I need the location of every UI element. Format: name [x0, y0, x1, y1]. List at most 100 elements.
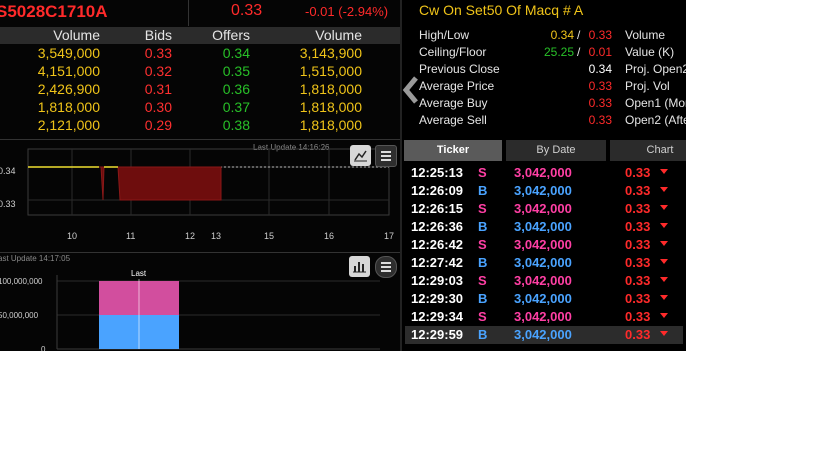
offer-price[interactable]: 0.38 — [223, 117, 250, 133]
y-tick: 50,000,000 — [0, 311, 39, 320]
down-arrow-icon — [660, 169, 668, 174]
trade-volume: 3,042,000 — [514, 165, 572, 180]
info-value: 0.34 — [550, 28, 574, 42]
bidoffer-header: Volume Bids Offers Volume — [0, 27, 400, 44]
tab-by-date[interactable]: By Date — [506, 140, 606, 161]
offer-price[interactable]: 0.35 — [223, 63, 250, 79]
info-value: 0.01 — [588, 45, 612, 59]
tab-bar: Ticker By Date Chart — [404, 140, 686, 161]
info-label: Average Price — [419, 79, 495, 93]
trade-side: S — [478, 237, 487, 252]
trade-side: S — [478, 309, 487, 324]
trade-time: 12:27:42 — [411, 255, 464, 270]
trade-side: S — [478, 201, 487, 216]
bid-price[interactable]: 0.29 — [145, 117, 172, 133]
offer-volume: 1,818,000 — [299, 81, 362, 97]
info-label: Previous Close — [419, 62, 500, 76]
ticker-row[interactable]: 12:27:42 B 3,042,000 0.33 — [405, 254, 683, 272]
bidoffer-row: 1,818,000 0.30 0.37 1,818,000 — [0, 99, 400, 117]
trade-price: 0.33 — [625, 309, 651, 324]
bid-price[interactable]: 0.31 — [145, 81, 172, 97]
offer-price[interactable]: 0.36 — [223, 81, 250, 97]
down-arrow-icon — [660, 241, 668, 246]
trade-price: 0.33 — [625, 237, 651, 252]
info-row: Average Buy 0.33 Open1 (Morn — [419, 96, 686, 113]
y-tick: 0 — [41, 345, 46, 351]
offer-price[interactable]: 0.34 — [223, 45, 250, 61]
ticker-row[interactable]: 12:26:09 B 3,042,000 0.33 — [405, 182, 683, 200]
bid-price[interactable]: 0.33 — [145, 45, 172, 61]
info-row: Average Sell 0.33 Open2 (After — [419, 113, 686, 130]
trade-time: 12:29:30 — [411, 291, 464, 306]
trade-price: 0.33 — [625, 291, 651, 306]
down-arrow-icon — [660, 331, 668, 336]
price-change: -0.01 (-2.94%) — [305, 4, 389, 19]
last-price: 0.33 — [231, 2, 263, 19]
bid-volume: 2,426,900 — [37, 81, 100, 97]
intraday-plot — [27, 148, 390, 216]
line-chart-icon[interactable] — [350, 145, 371, 166]
ticker-row[interactable]: 12:29:59 B 3,042,000 0.33 — [405, 326, 683, 344]
ticker-row[interactable]: 12:26:42 S 3,042,000 0.33 — [405, 236, 683, 254]
price-drop-area — [99, 166, 222, 201]
y-tick: 100,000,000 — [0, 277, 43, 286]
trade-time: 12:29:34 — [411, 309, 464, 324]
info-value: 0.33 — [588, 79, 612, 93]
offer-volume: 3,143,900 — [299, 45, 362, 61]
offer-price[interactable]: 0.37 — [223, 99, 250, 115]
bid-volume: 4,151,000 — [37, 63, 100, 79]
bidoffer-row: 2,121,000 0.29 0.38 1,818,000 — [0, 117, 400, 135]
trade-time: 12:26:36 — [411, 219, 464, 234]
header-offers: Offers — [212, 27, 250, 43]
info-row: Previous Close 0.34 Proj. Open2 — [419, 62, 686, 79]
trade-volume: 3,042,000 — [514, 291, 572, 306]
trade-volume: 3,042,000 — [514, 237, 572, 252]
ticker-row[interactable]: 12:26:15 S 3,042,000 0.33 — [405, 200, 683, 218]
trade-time: 12:26:42 — [411, 237, 464, 252]
x-tick: 17 — [384, 231, 395, 241]
ticker-row[interactable]: 12:29:03 S 3,042,000 0.33 — [405, 272, 683, 290]
info-right-label: Proj. Vol — [625, 79, 670, 93]
tab-chart[interactable]: Chart — [610, 140, 686, 161]
trade-side: B — [478, 291, 488, 306]
trade-time: 12:26:09 — [411, 183, 464, 198]
ticker-row[interactable]: 12:29:30 B 3,042,000 0.33 — [405, 290, 683, 308]
tab-ticker[interactable]: Ticker — [404, 140, 502, 161]
bid-price[interactable]: 0.30 — [145, 99, 172, 115]
trade-side: B — [478, 219, 488, 234]
info-row: Average Price 0.33 Proj. Vol — [419, 79, 686, 96]
trade-volume: 3,042,000 — [514, 273, 572, 288]
info-row: Ceiling/Floor 25.25/ 0.01 Value (K) — [419, 45, 686, 62]
ticker-row[interactable]: 12:29:34 S 3,042,000 0.33 — [405, 308, 683, 326]
trade-price: 0.33 — [625, 201, 651, 216]
x-tick: 11 — [126, 231, 136, 241]
info-right-label: Volume — [625, 28, 666, 42]
trade-price: 0.33 — [625, 255, 651, 270]
trade-side: S — [478, 273, 487, 288]
ticker-row[interactable]: 12:25:13 S 3,042,000 0.33 — [405, 164, 683, 182]
list-view-icon[interactable] — [375, 256, 397, 278]
y-tick: 0.33 — [0, 199, 16, 209]
offer-volume: 1,515,000 — [299, 63, 362, 79]
trade-volume: 3,042,000 — [514, 201, 572, 216]
bar-chart-icon[interactable] — [349, 256, 370, 277]
info-right-label: Open2 (After — [625, 113, 686, 127]
ticker-row[interactable]: 12:26:36 B 3,042,000 0.33 — [405, 218, 683, 236]
symbol-label: S5028C1710A — [0, 2, 108, 21]
bidoffer-row: 2,426,900 0.31 0.36 1,818,000 — [0, 81, 400, 99]
info-right-label: Value (K) — [625, 45, 675, 59]
list-view-icon[interactable] — [375, 145, 397, 167]
bidoffer-row: 3,549,000 0.33 0.34 3,143,900 — [0, 45, 400, 63]
info-value: 0.33 — [588, 113, 612, 127]
x-tick: 12 — [185, 231, 196, 241]
offer-volume: 1,818,000 — [299, 117, 362, 133]
info-label: Average Buy — [419, 96, 488, 110]
info-separator: / — [577, 45, 581, 59]
instrument-title: Cw On Set50 Of Macq # A — [419, 2, 584, 18]
bid-price[interactable]: 0.32 — [145, 63, 172, 79]
trade-volume: 3,042,000 — [514, 309, 572, 324]
down-arrow-icon — [660, 277, 668, 282]
info-value: 25.25 — [543, 45, 574, 59]
x-tick: 10 — [67, 231, 78, 241]
trade-volume: 3,042,000 — [514, 219, 572, 234]
